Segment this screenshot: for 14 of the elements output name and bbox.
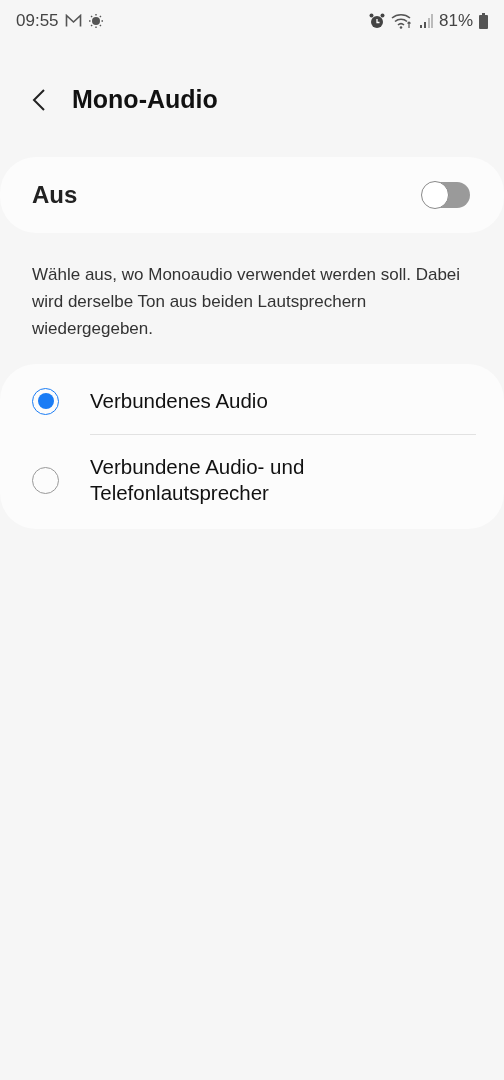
wifi-icon (390, 13, 413, 29)
option-label[interactable]: Verbundenes Audio (90, 388, 268, 414)
battery-icon (479, 13, 488, 29)
page-title: Mono-Audio (72, 85, 218, 114)
mail-icon (64, 14, 82, 28)
alarm-icon (368, 13, 385, 29)
battery-percent: 81% (438, 11, 473, 31)
sun-icon (87, 13, 104, 29)
option-label[interactable]: Verbundene Audio- und Telefonlautsprecher (90, 454, 360, 506)
signal-icon (418, 13, 433, 29)
status-time: 09:55 (16, 11, 59, 31)
description-text: Wähle aus, wo Monoaudio verwendet werden soll. Dabei wird derselbe Ton aus beiden Lautsprechern wiedergegeben. (31, 264, 462, 340)
master-label: Aus (32, 181, 79, 209)
toggle-switch[interactable] (422, 182, 470, 208)
